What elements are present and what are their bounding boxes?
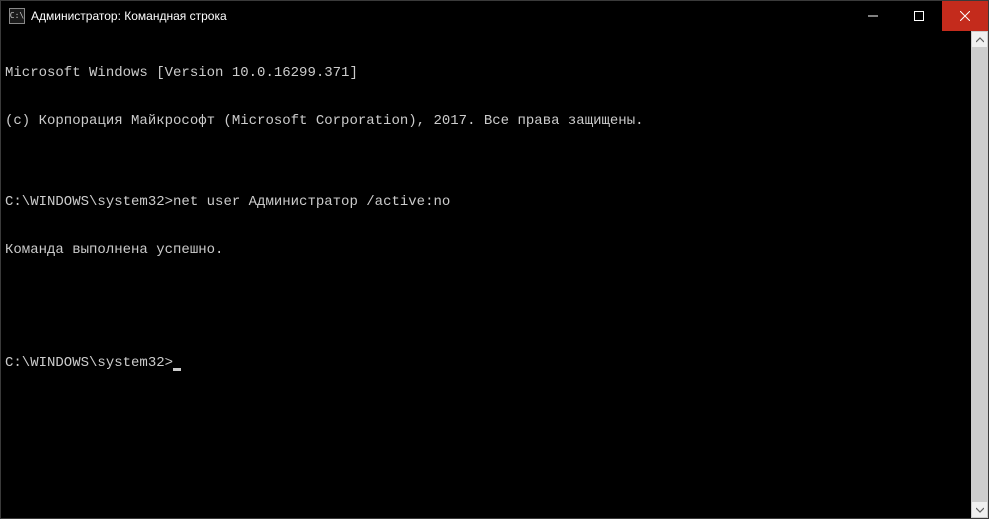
prompt-path: C:\WINDOWS\system32>	[5, 355, 173, 371]
scrollbar-track[interactable]	[971, 48, 988, 501]
terminal-line: C:\WINDOWS\system32>net user Администрат…	[5, 194, 967, 210]
scroll-up-button[interactable]	[971, 31, 988, 48]
cmd-icon: C:\	[9, 8, 25, 24]
terminal-line: Microsoft Windows [Version 10.0.16299.37…	[5, 65, 967, 81]
window-controls	[850, 1, 988, 31]
minimize-button[interactable]	[850, 1, 896, 31]
maximize-button[interactable]	[896, 1, 942, 31]
terminal-line: (c) Корпорация Майкрософт (Microsoft Cor…	[5, 113, 967, 129]
close-button[interactable]	[942, 1, 988, 31]
terminal-output[interactable]: Microsoft Windows [Version 10.0.16299.37…	[1, 31, 971, 518]
chevron-down-icon	[976, 506, 984, 514]
terminal-line: Команда выполнена успешно.	[5, 242, 967, 258]
command-prompt-window: C:\ Администратор: Командная строка Micr…	[0, 0, 989, 519]
prompt-path: C:\WINDOWS\system32>	[5, 194, 173, 210]
titlebar[interactable]: C:\ Администратор: Командная строка	[1, 1, 988, 31]
window-title: Администратор: Командная строка	[31, 9, 850, 23]
current-prompt: C:\WINDOWS\system32>	[5, 355, 967, 371]
content-area: Microsoft Windows [Version 10.0.16299.37…	[1, 31, 988, 518]
scrollbar-thumb[interactable]	[971, 48, 988, 501]
vertical-scrollbar[interactable]	[971, 31, 988, 518]
scroll-down-button[interactable]	[971, 501, 988, 518]
typed-command: net user Администратор /active:no	[173, 194, 450, 210]
close-icon	[960, 11, 970, 21]
maximize-icon	[914, 11, 924, 21]
chevron-up-icon	[976, 36, 984, 44]
minimize-icon	[868, 11, 878, 21]
cursor	[173, 368, 181, 371]
